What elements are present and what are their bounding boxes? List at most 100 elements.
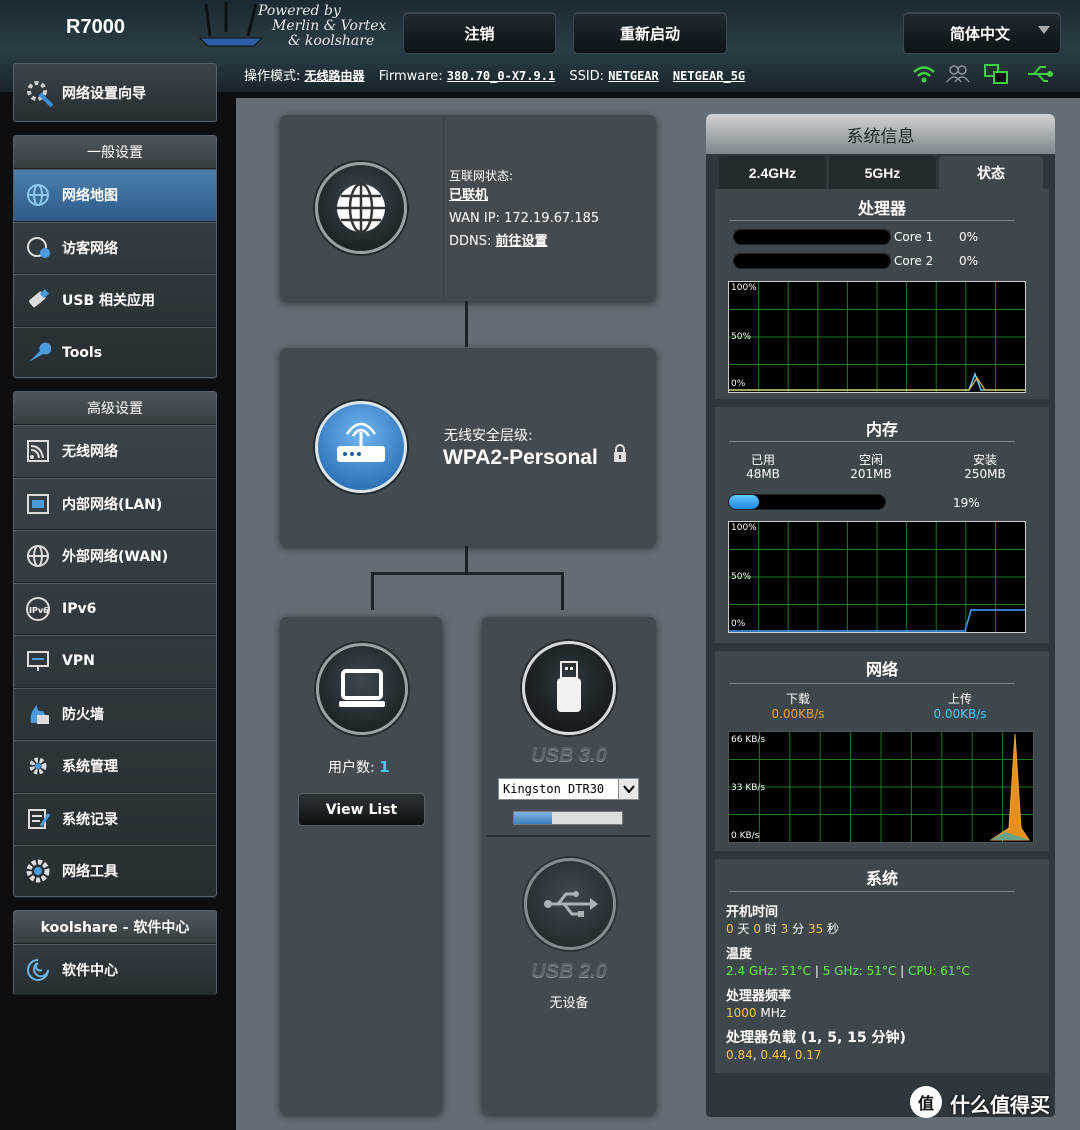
ssid-24-link[interactable]: NETGEAR [608, 69, 659, 83]
usb3-usage-fill [514, 812, 552, 824]
view-list-button[interactable]: View List [298, 793, 425, 826]
usb-symbol-icon [544, 891, 598, 917]
monitor-icon [339, 669, 385, 707]
usb3-device-select[interactable]: Kingston DTR30 [498, 778, 639, 800]
clients-button[interactable] [316, 643, 408, 735]
sidebar-item-usb[interactable]: USB 相关应用 [14, 274, 216, 327]
reboot-button[interactable]: 重新启动 [573, 12, 727, 54]
connector-line [465, 546, 468, 574]
mode-link[interactable]: 无线路由器 [305, 69, 365, 83]
system-info-title: 系统信息 [706, 114, 1055, 154]
ssid-5-link[interactable]: NETGEAR_5G [673, 69, 745, 83]
connector-line [465, 301, 468, 347]
connector-line [561, 572, 564, 610]
sidebar-item-ipv6[interactable]: IPv6 IPv6 [14, 582, 216, 635]
sidebar-item-wan-globe[interactable]: 外部网络(WAN) [14, 530, 216, 583]
firmware-label: Firmware: [378, 69, 443, 84]
memory-free: 空闲 201MB [850, 453, 892, 481]
wireless-security-value: WPA2-Personal [443, 446, 598, 469]
ddns-link[interactable]: 前往设置 [496, 234, 548, 249]
wifi-status-icon[interactable] [912, 64, 936, 84]
sidebar-item-log[interactable]: 系统记录 [14, 792, 216, 845]
temperature-label: 温度 [726, 947, 753, 962]
core2-bar [733, 253, 891, 269]
divider [729, 683, 1015, 684]
wireless-icon [24, 437, 52, 465]
card-divider [443, 115, 444, 301]
sidebar-item-network-tools[interactable]: 网络工具 [14, 845, 216, 898]
connector-line [371, 572, 374, 610]
memory-graph: 100% 50% 0% [728, 521, 1026, 633]
cpu-load-values: 0.84, 0.44, 0.17 [726, 1048, 822, 1062]
cpu-title: 处理器 [857, 199, 906, 218]
core1-value: 0% [959, 230, 979, 244]
memory-title: 内存 [865, 420, 898, 439]
network-graph: 66 KB/s 33 KB/s 0 KB/s [728, 731, 1034, 843]
globe-icon [337, 182, 385, 234]
network-y-33: 33 KB/s [731, 783, 766, 793]
sidebar-item-software-center[interactable]: 软件中心 [14, 944, 216, 995]
system-section: 系统 开机时间 0 天 0 时 3 分 35 秒 温度 2.4 GHz: 51°… [715, 859, 1049, 1073]
sidebar-item-firewall[interactable]: 防火墙 [14, 687, 216, 740]
sidebar-item-label: Tools [62, 344, 103, 361]
logout-button[interactable]: 注销 [403, 12, 556, 54]
tab-2g[interactable]: 2.4GHz [719, 156, 826, 190]
lan-icon [24, 490, 52, 518]
download-rate: 下载 0.00KB/s [771, 692, 825, 721]
system-title: 系统 [865, 869, 898, 888]
memory-y-0: 0% [731, 619, 746, 629]
sidebar-item-lan[interactable]: 内部网络(LAN) [14, 477, 216, 530]
wizard-icon [27, 80, 54, 107]
advanced-settings-menu: 高级设置 无线网络内部网络(LAN) 外部网络(WAN) IPv6 IPv6 VPN 防火… [13, 391, 217, 898]
usb-status-icon[interactable] [1026, 64, 1054, 84]
software-center-label: 软件中心 [62, 962, 118, 979]
sidebar-item-label: 系统管理 [62, 759, 118, 776]
ipv6-icon: IPv6 [24, 595, 52, 623]
sidebar-item-guest-network[interactable]: 访客网络 [14, 221, 216, 274]
internet-globe-button[interactable] [315, 162, 407, 254]
connector-line [371, 572, 564, 575]
cpu-y-50: 50% [731, 332, 752, 342]
cpu-y-0: 0% [731, 379, 746, 389]
software-center-menu: koolshare - 软件中心 软件中心 [13, 910, 217, 995]
usb-icon [24, 286, 52, 314]
advanced-settings-heading: 高级设置 [14, 392, 216, 425]
general-settings-heading: 一般设置 [14, 136, 216, 169]
network-status-icon[interactable] [984, 64, 1010, 86]
usb-drive-icon [557, 661, 581, 712]
sidebar-item-label: 内部网络(LAN) [62, 496, 163, 513]
language-select[interactable]: 简体中文 [903, 12, 1061, 54]
sidebar-item-admin-gear[interactable]: 系统管理 [14, 740, 216, 793]
svg-text:IPv6: IPv6 [29, 606, 49, 615]
router-status-button[interactable] [315, 401, 407, 493]
internet-status-link[interactable]: 已联机 [449, 186, 599, 205]
chevron-down-icon[interactable] [618, 779, 638, 799]
internet-status-label: 互联网状态: [449, 169, 514, 183]
network-wizard-button[interactable]: 网络设置向导 [13, 63, 217, 122]
clients-count-block: 用户数: 1 [328, 757, 390, 777]
sidebar-item-label: 防火墙 [62, 706, 104, 723]
sidebar-item-label: USB 相关应用 [62, 293, 155, 310]
language-value: 简体中文 [950, 24, 1011, 43]
sidebar-item-vpn[interactable]: VPN [14, 635, 216, 688]
sidebar-item-wireless[interactable]: 无线网络 [14, 425, 216, 478]
memory-bar [728, 494, 886, 510]
firewall-icon [24, 700, 52, 728]
tab-5g[interactable]: 5GHz [829, 156, 936, 190]
network-tools-icon [24, 857, 52, 885]
usb3-label: USB 3.0 [531, 744, 607, 766]
sidebar-item-wrench[interactable]: Tools [14, 326, 216, 379]
usb3-disk-button[interactable] [522, 641, 616, 735]
clients-count[interactable]: 1 [379, 758, 389, 776]
tab-status[interactable]: 状态 [939, 156, 1043, 190]
guest-network-icon [24, 234, 52, 262]
status-bar: 操作模式: 无线路由器 Firmware: 380.70_0-X7.9.1 SS… [244, 65, 755, 84]
sidebar-item-globe-map[interactable]: 网络地图 [14, 169, 216, 222]
usb2-port-button[interactable] [524, 858, 616, 950]
memory-y-50: 50% [731, 572, 752, 582]
guest-users-icon[interactable] [946, 64, 970, 84]
upload-rate: 上传 0.00KB/s [933, 692, 987, 721]
lock-icon [614, 444, 626, 462]
firmware-link[interactable]: 380.70_0-X7.9.1 [447, 69, 555, 83]
wizard-label: 网络设置向导 [62, 85, 146, 102]
